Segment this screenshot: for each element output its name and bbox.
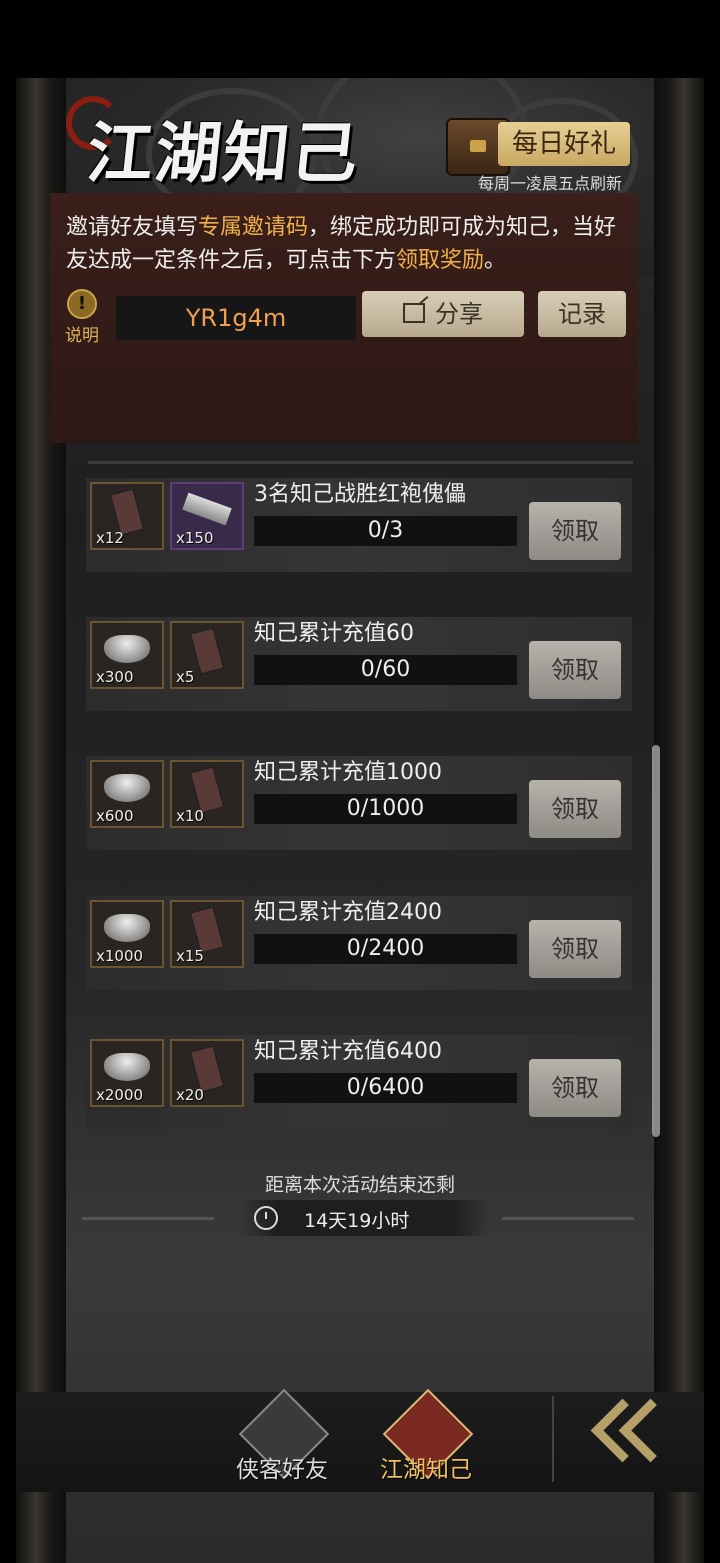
- claim-button[interactable]: 领取: [529, 920, 621, 978]
- back-button[interactable]: [578, 1398, 683, 1470]
- claim-button[interactable]: 领取: [529, 502, 621, 560]
- task-progress: 0/1000: [254, 794, 517, 824]
- refresh-note: 每周一凌晨五点刷新: [478, 174, 623, 193]
- reward-item[interactable]: x20: [170, 1039, 244, 1107]
- silver-ingot-icon: [104, 774, 150, 802]
- exclamation-icon: !: [67, 289, 97, 319]
- share-label: 分享: [435, 300, 483, 328]
- reward-count: x10: [176, 807, 204, 825]
- claim-button[interactable]: 领取: [529, 641, 621, 699]
- desc-highlight-reward: 领取奖励: [396, 248, 485, 273]
- task-row: x600 x10 知己累计充值1000 0/1000 领取: [86, 756, 632, 850]
- claim-button[interactable]: 领取: [529, 780, 621, 838]
- task-row: x1000 x15 知己累计充值2400 0/2400 领取: [86, 896, 632, 990]
- reward-item[interactable]: x600: [90, 760, 164, 828]
- silver-ingot-icon: [104, 914, 150, 942]
- claim-button[interactable]: 领取: [529, 1059, 621, 1117]
- task-title: 知己累计充值2400: [254, 900, 442, 925]
- desc-highlight-code: 专属邀请码: [198, 215, 309, 240]
- clock-icon: [254, 1206, 278, 1230]
- task-progress: 0/2400: [254, 934, 517, 964]
- record-button[interactable]: 记录: [538, 291, 626, 337]
- nav-divider: [552, 1396, 554, 1482]
- help-label: 说明: [65, 326, 99, 346]
- tab-jianghu[interactable]: 江湖知己: [370, 1388, 482, 1492]
- countdown-value: 14天19小时: [304, 1210, 410, 1232]
- daily-gift-button[interactable]: 每日好礼: [446, 118, 630, 176]
- desc-text: 。: [484, 248, 507, 273]
- countdown-divider-left: [82, 1217, 214, 1220]
- list-divider: [88, 461, 633, 464]
- desc-text: 邀请好友填写: [66, 215, 199, 240]
- tab-friends-label: 侠客好友: [236, 1457, 328, 1483]
- silver-bar-icon: [182, 492, 232, 526]
- reward-item[interactable]: x2000: [90, 1039, 164, 1107]
- reward-count: x15: [176, 947, 204, 965]
- countdown-divider-right: [502, 1217, 634, 1220]
- info-panel: 邀请好友填写专属邀请码，绑定成功即可成为知己，当好友达成一定条件之后，可点击下方…: [50, 193, 638, 443]
- task-progress: 0/3: [254, 516, 517, 546]
- task-progress: 0/6400: [254, 1073, 517, 1103]
- reward-item[interactable]: x5: [170, 621, 244, 689]
- invite-description: 邀请好友填写专属邀请码，绑定成功即可成为知己，当好友达成一定条件之后，可点击下方…: [66, 211, 626, 277]
- reward-count: x1000: [96, 947, 144, 965]
- silver-ingot-icon: [104, 635, 150, 663]
- reward-count: x12: [96, 529, 124, 547]
- help-button[interactable]: ! 说明: [60, 289, 104, 346]
- task-title: 3名知己战胜红袍傀儡: [254, 482, 466, 507]
- reward-item[interactable]: x12: [90, 482, 164, 550]
- task-row: x2000 x20 知己累计充值6400 0/6400 领取: [86, 1035, 632, 1129]
- task-title: 知己累计充值1000: [254, 760, 442, 785]
- countdown-timer: 14天19小时: [240, 1200, 490, 1236]
- countdown-label: 距离本次活动结束还剩: [264, 1174, 455, 1196]
- invite-code: YR1g4m: [116, 296, 356, 340]
- reward-item[interactable]: x1000: [90, 900, 164, 968]
- scrollbar[interactable]: [652, 745, 660, 1137]
- reward-count: x5: [176, 668, 195, 686]
- right-pillar: [654, 78, 704, 1563]
- share-icon: [403, 303, 425, 323]
- reward-count: x2000: [96, 1086, 144, 1104]
- task-progress: 0/60: [254, 655, 517, 685]
- reward-count: x600: [96, 807, 134, 825]
- silver-ingot-icon: [104, 1053, 150, 1081]
- task-row: x300 x5 知己累计充值60 0/60 领取: [86, 617, 632, 711]
- daily-gift-label: 每日好礼: [498, 122, 630, 166]
- task-row: x12 x150 3名知己战胜红袍傀儡 0/3 领取: [86, 478, 632, 572]
- reward-item[interactable]: x300: [90, 621, 164, 689]
- tab-jianghu-label: 江湖知己: [380, 1457, 472, 1483]
- reward-item[interactable]: x150: [170, 482, 244, 550]
- reward-item[interactable]: x15: [170, 900, 244, 968]
- share-button[interactable]: 分享: [362, 291, 524, 337]
- task-title: 知己累计充值6400: [254, 1039, 442, 1064]
- page-title: 江湖知己: [83, 114, 364, 192]
- tab-friends[interactable]: 侠客好友: [226, 1388, 338, 1492]
- reward-count: x20: [176, 1086, 204, 1104]
- reward-item[interactable]: x10: [170, 760, 244, 828]
- task-title: 知己累计充值60: [254, 621, 414, 646]
- reward-count: x300: [96, 668, 134, 686]
- reward-count: x150: [176, 529, 214, 547]
